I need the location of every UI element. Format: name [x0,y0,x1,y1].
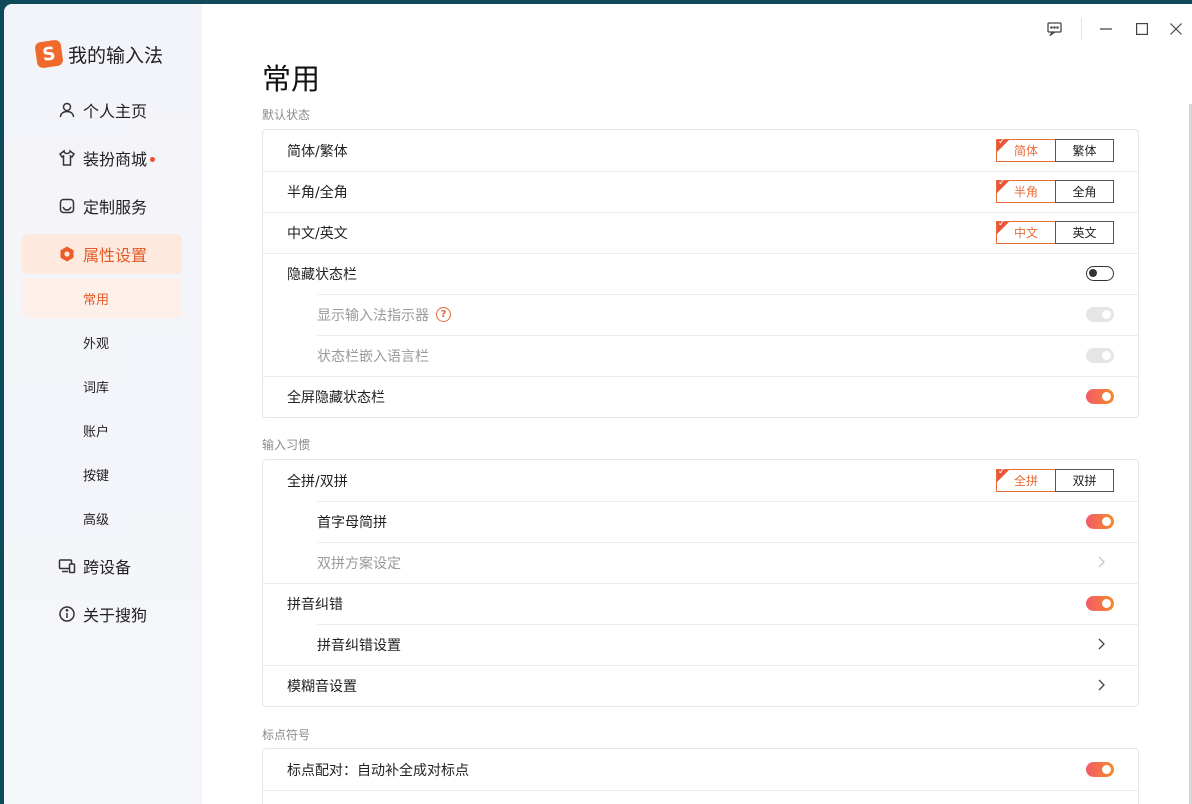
setting-label: 首字母简拼 [317,514,387,531]
page-title: 常用 [262,62,321,96]
setting-row-pinyin-correction-settings[interactable]: 拼音纠错设置 [263,624,1138,665]
setting-row-initial-abbrev: 首字母简拼 [263,501,1138,542]
initial-abbrev-toggle[interactable] [1086,514,1114,529]
setting-label: 半角/全角 [287,184,348,201]
segment-option-fullwidth[interactable]: 全角 [1055,180,1114,203]
info-icon [59,606,75,622]
segmented-control: 全拼 双拼 [996,467,1114,492]
setting-label: 全屏隐藏状态栏 [287,389,385,406]
segment-option-chinese[interactable]: 中文 [996,219,1055,244]
sidebar-item-about[interactable]: 关于搜狗 [22,594,182,634]
sidebar-item-label: 属性设置 [83,246,148,265]
fullscreen-hide-toggle[interactable] [1086,389,1114,404]
sidebar-item-settings[interactable]: 属性设置 [22,234,182,274]
segmented-control: 半角 全角 [996,178,1114,203]
maximize-icon [1136,23,1148,35]
setting-row-show-indicator: 显示输入法指示器 ? [263,294,1138,335]
maximize-button[interactable] [1133,20,1151,38]
segmented-control: 中文 英文 [996,219,1114,244]
close-button[interactable] [1167,20,1185,38]
sidebar-item-label: 关于搜狗 [83,606,148,625]
setting-row-hide-status-bar: 隐藏状态栏 [263,253,1138,294]
segment-option-quanpin[interactable]: 全拼 [996,467,1055,492]
sidebar-sub-item-common[interactable]: 常用 [22,278,182,318]
section-label-default-state: 默认状态 [262,108,311,122]
segment-option-english[interactable]: 英文 [1055,221,1114,244]
settings-window: S 我的输入法 个人主页 装扮商城 定制服务 属性设置 常用 外观 词库 账户 … [4,4,1192,804]
sidebar-item-label: 定制服务 [83,198,148,217]
app-name: 我的输入法 [68,44,164,67]
setting-row-fuzzy-sound[interactable]: 模糊音设置 [263,665,1138,706]
setting-label: 简体/繁体 [287,143,348,160]
sidebar-item-shop[interactable]: 装扮商城 [22,138,182,178]
sidebar-sub-item-account[interactable]: 账户 [22,410,182,450]
sidebar-item-profile[interactable]: 个人主页 [22,90,182,130]
setting-label: 中文/英文 [287,225,348,242]
setting-row-quanpin-shuangpin: 全拼/双拼 全拼 双拼 [263,460,1138,501]
settings-card-input-habits: 全拼/双拼 全拼 双拼 首字母简拼 双拼方案设定 拼音纠错 拼音纠错设置 模糊音… [262,459,1139,707]
close-icon [1170,23,1182,35]
devices-icon [58,559,76,574]
hexagon-gear-icon [60,246,74,262]
sidebar-item-custom-service[interactable]: 定制服务 [22,186,182,226]
help-icon[interactable]: ? [436,307,451,322]
sidebar-item-label: 装扮商城 [83,150,148,169]
sidebar: S 我的输入法 个人主页 装扮商城 定制服务 属性设置 常用 外观 词库 账户 … [4,4,202,804]
sidebar-sub-item-advanced[interactable]: 高级 [22,498,182,538]
setting-row-fullscreen-hide: 全屏隐藏状态栏 [263,376,1138,417]
setting-label: 状态栏嵌入语言栏 [317,348,429,365]
segment-option-halfwidth[interactable]: 半角 [996,178,1055,203]
segmented-control: 简体 繁体 [996,137,1114,162]
feedback-button[interactable] [1045,20,1063,38]
setting-label: 显示输入法指示器 [317,307,429,324]
setting-label: 拼音纠错 [287,596,343,613]
settings-card-punctuation: 标点配对：自动补全成对标点 [262,748,1139,804]
setting-row-embed-language-bar: 状态栏嵌入语言栏 [263,335,1138,376]
feedback-icon [1046,22,1062,36]
shirt-icon [58,149,76,166]
setting-row-punctuation-pairing: 标点配对：自动补全成对标点 [263,749,1138,790]
sidebar-sub-item-dictionary[interactable]: 词库 [22,366,182,406]
sidebar-item-label: 个人主页 [83,102,148,121]
segment-option-traditional[interactable]: 繁体 [1055,139,1114,162]
punctuation-pairing-toggle[interactable] [1086,762,1114,777]
segment-option-simplified[interactable]: 简体 [996,137,1055,162]
inbox-icon [59,198,75,214]
setting-label: 双拼方案设定 [317,555,401,572]
sidebar-item-cross-device[interactable]: 跨设备 [22,546,182,586]
sidebar-item-label: 跨设备 [83,558,132,577]
notification-dot [150,156,156,162]
setting-label: 隐藏状态栏 [287,266,357,283]
setting-row-pinyin-correction: 拼音纠错 [263,583,1138,624]
minimize-icon [1100,28,1112,30]
setting-row-chinese-english: 中文/英文 中文 英文 [263,212,1138,253]
minimize-button[interactable] [1097,20,1115,38]
setting-label: 全拼/双拼 [287,473,348,490]
show-indicator-toggle[interactable] [1086,307,1114,322]
setting-label: 拼音纠错设置 [317,637,401,654]
user-icon [59,102,75,118]
setting-row-shuangpin-scheme[interactable]: 双拼方案设定 [263,542,1138,583]
segment-option-shuangpin[interactable]: 双拼 [1055,469,1114,492]
chevron-right-icon [1098,679,1105,691]
sidebar-sub-item-appearance[interactable]: 外观 [22,322,182,362]
hide-status-bar-toggle[interactable] [1086,266,1114,281]
setting-label: 模糊音设置 [287,678,357,695]
setting-row-next [263,790,1138,804]
chevron-right-icon [1098,638,1105,650]
pinyin-correction-toggle[interactable] [1086,596,1114,611]
section-label-punctuation: 标点符号 [262,728,311,742]
sidebar-sub-item-keys[interactable]: 按键 [22,454,182,494]
app-logo: S 我的输入法 [34,39,164,69]
embed-language-bar-toggle[interactable] [1086,348,1114,363]
sogou-logo-icon: S [34,39,64,69]
section-label-input-habits: 输入习惯 [262,438,311,452]
setting-label: 标点配对：自动补全成对标点 [287,762,469,779]
setting-row-halfwidth-fullwidth: 半角/全角 半角 全角 [263,171,1138,212]
chevron-right-icon [1098,556,1105,568]
settings-card-default-state: 简体/繁体 简体 繁体 半角/全角 半角 全角 中文/英文 中文 英文 隐藏状态… [262,129,1139,418]
divider [1081,18,1082,40]
setting-row-simplified-traditional: 简体/繁体 简体 繁体 [263,130,1138,171]
